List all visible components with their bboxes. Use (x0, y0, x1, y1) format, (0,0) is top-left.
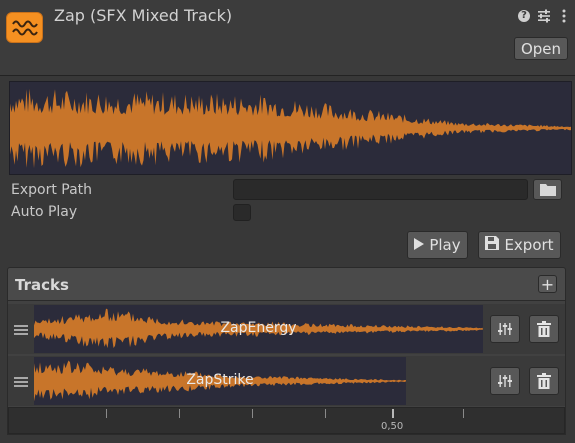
track-name: ZapEnergy (220, 320, 297, 336)
sliders-icon (498, 375, 512, 387)
help-icon[interactable]: ? (516, 8, 532, 24)
sfx-wave-icon (6, 12, 43, 43)
asset-title: Zap (SFX Mixed Track) (54, 6, 233, 25)
mixed-waveform-preview (9, 81, 572, 175)
header: Zap (SFX Mixed Track) ? Open (0, 0, 575, 76)
settings-sliders-icon[interactable] (536, 8, 552, 24)
browse-folder-button[interactable] (533, 179, 562, 200)
drag-handle-icon[interactable] (14, 325, 28, 337)
auto-play-label: Auto Play (11, 204, 78, 220)
drag-handle-icon[interactable] (14, 377, 28, 389)
export-path-field[interactable] (233, 179, 528, 200)
sliders-icon (498, 323, 512, 335)
delete-track-button[interactable] (529, 367, 559, 395)
delete-track-button[interactable] (529, 315, 559, 343)
track-waveform[interactable]: ZapEnergy (34, 305, 483, 353)
play-icon (414, 236, 425, 254)
export-label: Export (504, 236, 554, 254)
folder-icon (539, 184, 556, 196)
timeline-label: 0,50 (381, 421, 404, 432)
auto-play-checkbox[interactable] (233, 204, 251, 221)
track-row: ZapStrike (8, 356, 565, 406)
save-icon (485, 236, 500, 254)
plus-icon: + (540, 274, 555, 294)
play-label: Play (429, 236, 461, 254)
timeline-ruler[interactable]: 0,50 (8, 407, 565, 434)
export-path-label: Export Path (11, 182, 93, 198)
trash-icon (537, 321, 551, 337)
tracks-title: Tracks (15, 276, 69, 294)
track-row: ZapEnergy (8, 304, 565, 354)
trash-icon (537, 373, 551, 389)
more-vertical-icon[interactable] (556, 8, 572, 24)
export-button[interactable]: Export (478, 231, 561, 259)
track-waveform[interactable]: ZapStrike (34, 357, 406, 405)
track-settings-button[interactable] (490, 367, 520, 395)
play-button[interactable]: Play (407, 231, 468, 259)
tracks-header: Tracks + (7, 267, 566, 301)
add-track-button[interactable]: + (538, 274, 557, 294)
track-name: ZapStrike (186, 372, 254, 388)
open-button[interactable]: Open (514, 37, 568, 60)
track-settings-button[interactable] (490, 315, 520, 343)
